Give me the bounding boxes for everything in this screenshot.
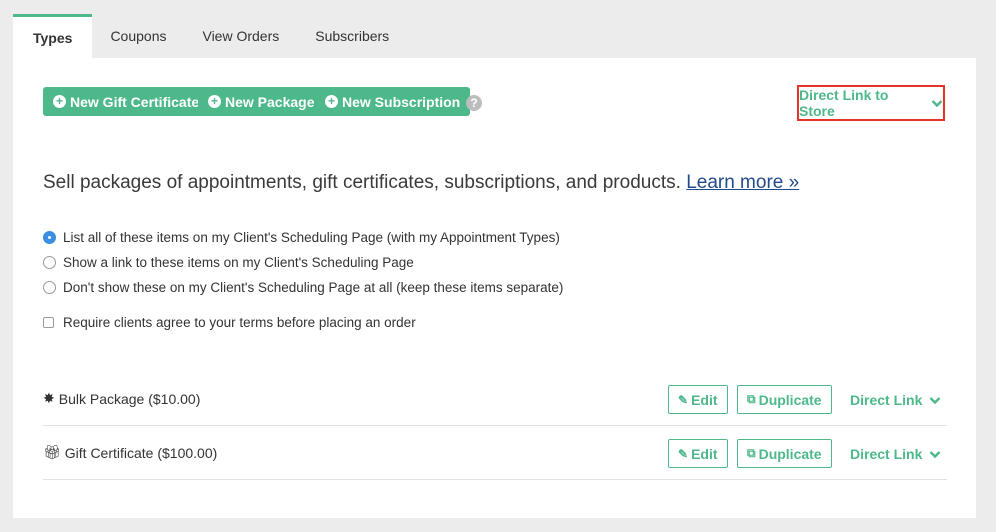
- duplicate-icon: ⧉: [747, 392, 756, 406]
- learn-more-link[interactable]: Learn more »: [686, 172, 799, 193]
- item-name: 🎁︎ Gift Certificate ($100.00): [43, 444, 217, 461]
- edit-button[interactable]: ✎ Edit: [668, 385, 728, 414]
- duplicate-label: Duplicate: [758, 391, 822, 408]
- new-gift-certificate-button[interactable]: + New Gift Certificate: [43, 87, 210, 116]
- direct-link-to-store-label: Direct Link to Store: [799, 87, 889, 119]
- chevron-down-icon: [929, 451, 941, 459]
- item-name-text: Gift Certificate ($100.00): [64, 444, 218, 461]
- duplicate-icon: ⧉: [747, 446, 756, 460]
- tab-types[interactable]: Types: [13, 14, 93, 58]
- plus-circle-icon: +: [325, 95, 338, 108]
- tab-subscribers[interactable]: Subscribers: [297, 14, 407, 58]
- badge-icon: ✸: [43, 390, 55, 406]
- option-label: List all of these items on my Client's S…: [63, 230, 560, 245]
- item-name: ✸ Bulk Package ($10.00): [43, 390, 200, 407]
- duplicate-button[interactable]: ⧉ Duplicate: [737, 439, 832, 468]
- plus-circle-icon: +: [53, 95, 66, 108]
- duplicate-button[interactable]: ⧉ Duplicate: [737, 385, 832, 414]
- direct-link-label: Direct Link: [850, 392, 923, 408]
- new-package-label: New Package: [225, 93, 315, 110]
- help-icon[interactable]: ?: [466, 95, 482, 111]
- gift-icon: 🎁︎: [43, 444, 61, 460]
- new-gift-certificate-label: New Gift Certificate: [70, 93, 200, 110]
- chevron-down-icon: [929, 397, 941, 405]
- pencil-icon: ✎: [678, 392, 689, 407]
- terms-checkbox[interactable]: [43, 317, 54, 328]
- direct-link-to-store-dropdown[interactable]: Direct Link to Store: [797, 85, 945, 121]
- radio-button[interactable]: [43, 231, 56, 244]
- direct-link-dropdown[interactable]: Direct Link: [850, 446, 941, 462]
- option-label: Don't show these on my Client's Scheduli…: [63, 280, 564, 295]
- option-show-link[interactable]: Show a link to these items on my Client'…: [43, 255, 414, 270]
- tab-view-orders[interactable]: View Orders: [184, 14, 297, 58]
- new-subscription-button[interactable]: + New Subscription: [315, 87, 471, 116]
- list-item: 🎁︎ Gift Certificate ($100.00) ✎ Edit ⧉ D…: [43, 426, 947, 480]
- plus-circle-icon: +: [208, 95, 221, 108]
- edit-label: Edit: [691, 445, 718, 462]
- terms-checkbox-row[interactable]: Require clients agree to your terms befo…: [43, 315, 416, 330]
- option-list-all[interactable]: List all of these items on my Client's S…: [43, 230, 560, 245]
- radio-button[interactable]: [43, 281, 56, 294]
- intro-text: Sell packages of appointments, gift cert…: [43, 172, 799, 194]
- list-item: ✸ Bulk Package ($10.00) ✎ Edit ⧉ Duplica…: [43, 372, 947, 426]
- intro-description: Sell packages of appointments, gift cert…: [43, 172, 681, 193]
- types-panel: + New Gift Certificate + New Package + N…: [13, 58, 976, 518]
- duplicate-label: Duplicate: [758, 445, 822, 462]
- pencil-icon: ✎: [678, 446, 689, 461]
- new-package-button[interactable]: + New Package: [198, 87, 325, 116]
- terms-checkbox-label: Require clients agree to your terms befo…: [63, 315, 416, 330]
- tab-coupons[interactable]: Coupons: [92, 14, 184, 58]
- direct-link-dropdown[interactable]: Direct Link: [850, 392, 941, 408]
- option-dont-show[interactable]: Don't show these on my Client's Scheduli…: [43, 280, 563, 295]
- option-label: Show a link to these items on my Client'…: [63, 255, 414, 270]
- new-subscription-label: New Subscription: [342, 93, 461, 110]
- direct-link-label: Direct Link: [850, 446, 923, 462]
- tab-bar: Types Coupons View Orders Subscribers: [13, 14, 407, 58]
- edit-button[interactable]: ✎ Edit: [668, 439, 728, 468]
- chevron-down-icon: [931, 99, 943, 107]
- item-name-text: Bulk Package ($10.00): [58, 390, 201, 407]
- edit-label: Edit: [691, 391, 718, 408]
- radio-button[interactable]: [43, 256, 56, 269]
